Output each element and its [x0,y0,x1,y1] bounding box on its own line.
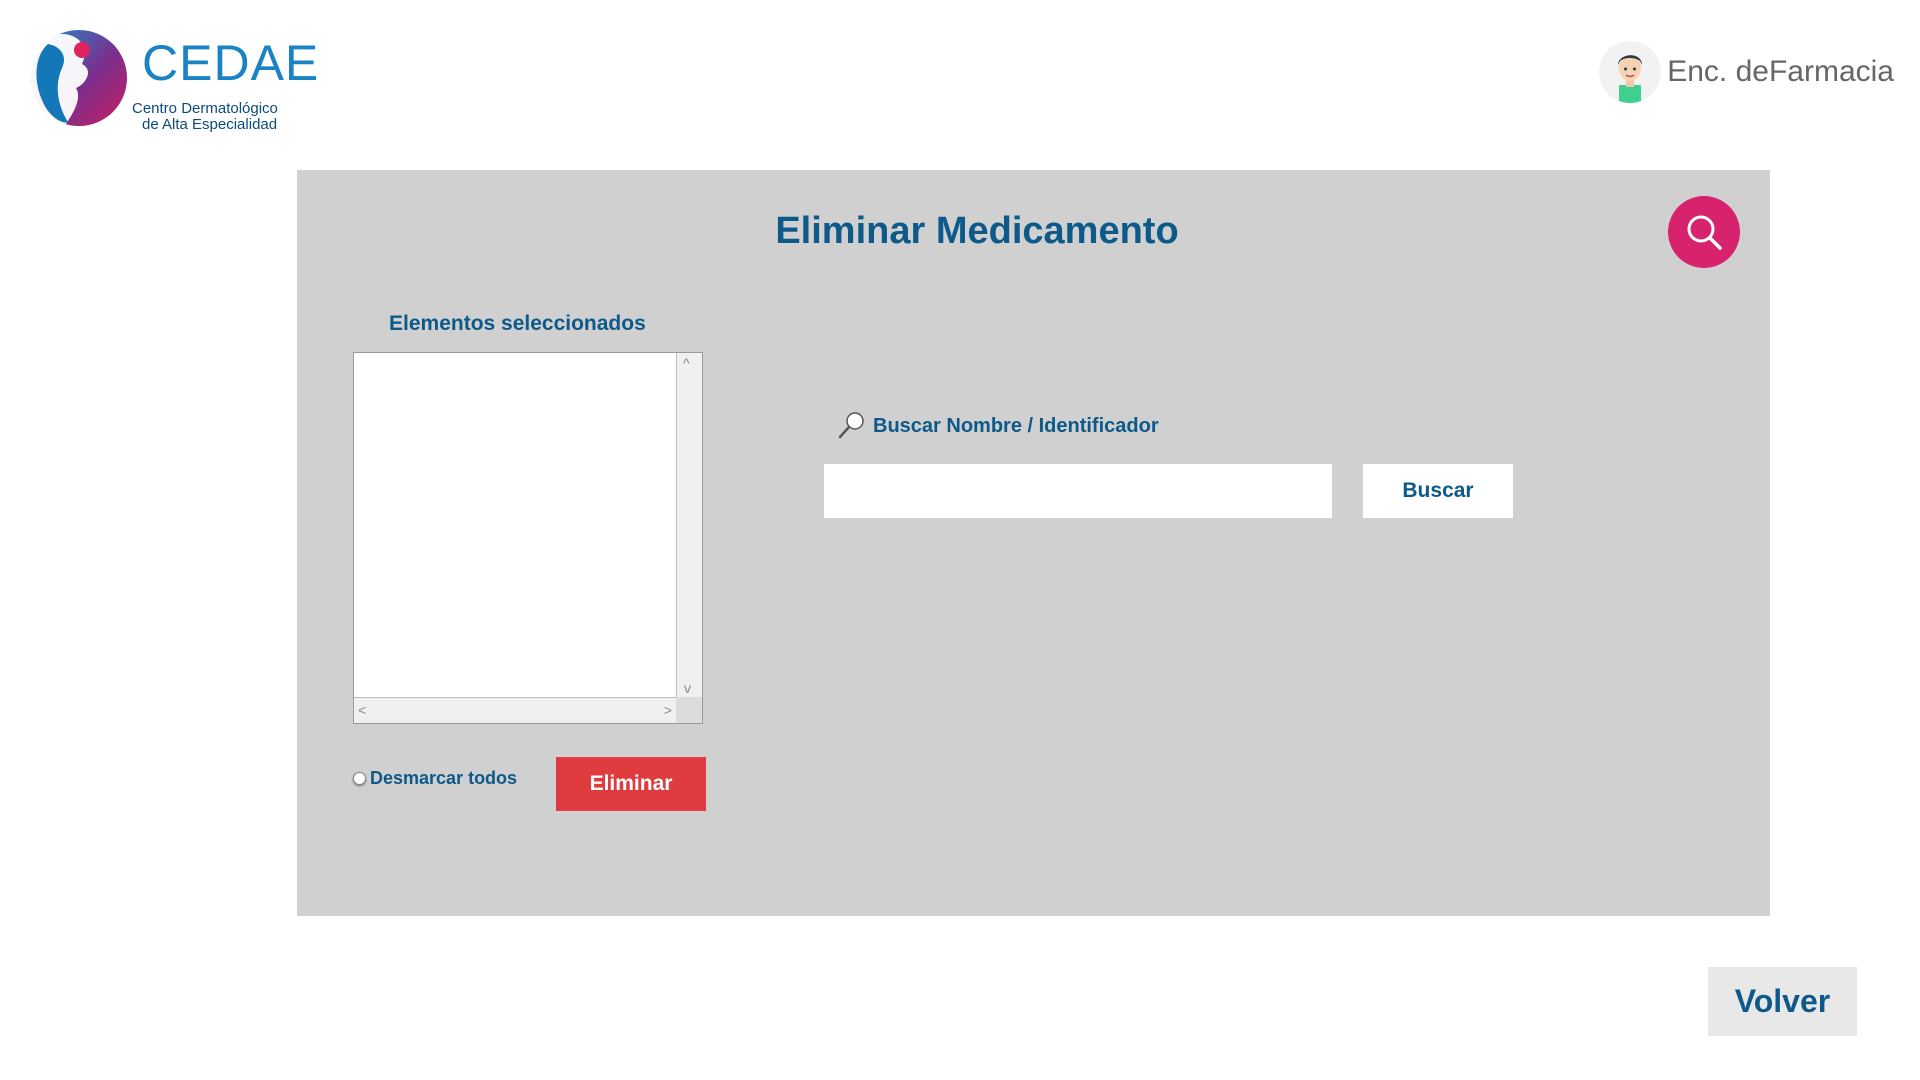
page-title: Eliminar Medicamento [775,210,1179,252]
unmark-all-label: Desmarcar todos [370,768,518,788]
unmark-all-radio[interactable] [353,772,366,785]
search-button[interactable]: Buscar [1363,464,1513,518]
logo-subtitle: de Alta Especialidad [142,116,278,133]
scrollbar-corner [676,697,702,723]
user-role: Enc. deFarmacia [1667,55,1894,88]
search-label: Buscar Nombre / Identificador [873,415,1159,437]
cedae-logo: CEDAE Centro Dermatológico de Alta Espec… [24,26,318,136]
arrow-right-icon[interactable]: > [664,703,672,717]
logo-name: CEDAE [142,35,320,91]
search-icon [1687,215,1722,250]
selected-items-label: Elementos seleccionados [389,312,646,335]
logo-subtitle: Centro Dermatológico [132,100,278,117]
delete-button[interactable]: Eliminar [556,757,706,811]
search-input[interactable] [824,464,1332,518]
search-label-group: Buscar Nombre / Identificador [837,410,1159,440]
arrow-up-icon[interactable]: ^ [683,356,690,370]
selected-items-list[interactable]: ^ v < > [353,352,703,724]
arrow-left-icon[interactable]: < [358,703,366,717]
back-button[interactable]: Volver [1708,967,1857,1036]
user-avatar-icon [1599,41,1662,103]
magnifier-icon [838,412,864,439]
search-button-round[interactable] [1668,196,1740,268]
vertical-scrollbar[interactable]: ^ v [676,353,702,697]
cedae-logo-icon [30,30,127,126]
horizontal-scrollbar[interactable]: < > [354,697,676,723]
arrow-down-icon[interactable]: v [684,681,691,695]
delete-medicine-panel: Eliminar Medicamento Elementos seleccion… [297,170,1770,916]
unmark-all-option[interactable]: Desmarcar todos [353,768,517,789]
user-info[interactable]: Enc. deFarmacia [1599,40,1894,104]
